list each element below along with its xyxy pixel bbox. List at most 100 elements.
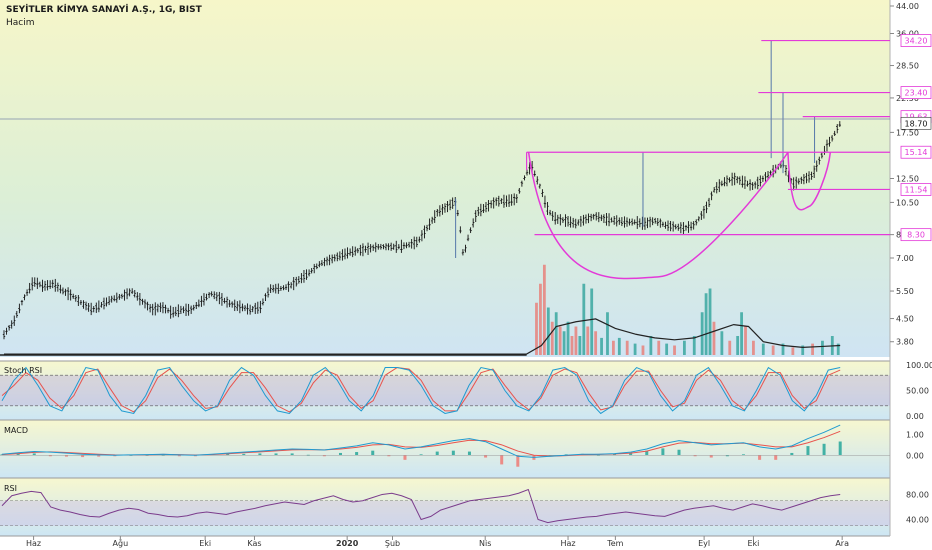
volume-bar [633, 343, 637, 355]
time-tick-label: Nis [479, 539, 491, 548]
price-axis-bg [890, 0, 932, 550]
macd-hist-bar [451, 450, 455, 456]
volume-bar [558, 326, 562, 355]
volume-bar [641, 345, 645, 355]
volume-bar [594, 331, 598, 355]
macd-hist-bar [467, 451, 471, 456]
chart-title: SEYİTLER KİMYA SANAYİ A.Ş., 1G, BIST [6, 5, 202, 15]
volume-bar [570, 336, 574, 355]
macd-hist-bar [709, 455, 713, 458]
volume-bar [625, 340, 629, 355]
macd-hist-bar [790, 452, 794, 456]
macd-hist-bar [32, 453, 36, 456]
volume-bar [673, 345, 676, 355]
volume-bar [752, 340, 755, 355]
volume-bar [539, 283, 542, 355]
time-tick-label: 2020 [336, 539, 359, 548]
time-tick-label: Haz [26, 539, 41, 548]
price-tick-label: 5.50 [896, 287, 914, 296]
volume-bar [811, 343, 814, 355]
macd-hist-bar [403, 455, 407, 460]
stoch-tick-label: 50.00 [906, 387, 929, 396]
macd-hist-bar [774, 455, 778, 460]
time-tick-label: Eki [199, 539, 211, 548]
price-tick-label: 28.50 [896, 62, 919, 71]
rsi-label: RSI [4, 484, 17, 493]
price-tick-label: 3.80 [896, 338, 914, 347]
macd-hist-bar [516, 455, 520, 467]
macd-hist-bar [339, 452, 343, 456]
macd-hist-bar [838, 441, 842, 456]
time-tick-label: Ara [835, 539, 849, 548]
volume-bar [761, 343, 765, 355]
volume-bar [720, 331, 724, 355]
level-label: 34.20 [905, 37, 928, 46]
time-tick-label: Kas [247, 539, 261, 548]
volume-bar [582, 283, 586, 355]
volume-label: Hacim [6, 18, 35, 28]
macd-hist-bar [484, 455, 488, 458]
volume-bar [700, 312, 704, 355]
macd-hist-bar [371, 450, 375, 456]
volume-bar [590, 288, 594, 355]
time-tick-label: Eyl [698, 539, 710, 548]
rsi-tick-label: 80.00 [906, 491, 929, 500]
stoch-rsi-label: Stoch RSI [4, 366, 43, 375]
time-tick-label: Haz [560, 539, 575, 548]
volume-bar [600, 337, 603, 355]
macd-hist-bar [274, 453, 278, 456]
macd-tick-label: 0.00 [906, 451, 924, 460]
time-axis-bg [0, 536, 932, 550]
volume-bar [550, 321, 554, 355]
macd-hist-bar [355, 452, 359, 456]
volume-bar [821, 340, 824, 355]
sub-pane-bg [0, 420, 890, 478]
macd-hist-bar [677, 449, 681, 456]
price-tick-label: 7.00 [896, 254, 914, 263]
volume-bar [665, 343, 669, 355]
volume-bar [562, 331, 566, 355]
macd-hist-bar [81, 455, 85, 458]
level-label: 11.54 [905, 185, 928, 194]
volume-bar [771, 345, 775, 355]
time-tick-label: Şub [385, 539, 400, 548]
volume-bar [692, 336, 696, 355]
chart-root: 44.0036.0028.5022.5017.5012.5010.508.307… [0, 0, 932, 550]
stoch-tick-label: 100.00 [906, 361, 932, 370]
main-pane-bg [0, 0, 890, 357]
time-tick-label: Ağu [113, 539, 129, 548]
volume-bar [791, 347, 795, 355]
macd-hist-bar [806, 446, 810, 456]
level-label: 8.30 [907, 231, 925, 240]
volume-bar [611, 340, 615, 355]
volume-bar [574, 326, 578, 355]
price-tick-label: 44.00 [896, 2, 919, 11]
volume-bar [578, 336, 582, 355]
time-tick-label: Tem [606, 539, 623, 548]
volume-bar [649, 336, 653, 355]
time-tick-label: Eki [747, 539, 759, 548]
rsi-tick-label: 40.00 [906, 516, 929, 525]
macd-hist-bar [758, 455, 762, 460]
macd-hist-bar [258, 453, 262, 456]
level-label: 15.14 [905, 148, 928, 157]
volume-bar [617, 337, 621, 355]
volume-bar [704, 293, 708, 355]
macd-hist-bar [661, 448, 665, 456]
macd-hist-bar [822, 443, 826, 456]
volume-bar [606, 312, 609, 355]
stoch-tick-label: 0.00 [906, 412, 924, 421]
price-tick-label: 17.50 [896, 128, 919, 137]
volume-bar [728, 340, 732, 355]
last-price-label: 18.70 [905, 119, 928, 128]
chart-canvas: 44.0036.0028.5022.5017.5012.5010.508.307… [0, 0, 932, 550]
volume-bar [554, 312, 558, 355]
volume-bar [682, 340, 686, 355]
volume-bar [566, 321, 570, 355]
macd-hist-bar [500, 455, 504, 465]
macd-label: MACD [4, 426, 28, 435]
level-label: 23.40 [905, 89, 928, 98]
price-tick-label: 10.50 [896, 198, 919, 207]
price-tick-label: 12.50 [896, 175, 919, 184]
macd-hist-bar [435, 451, 439, 456]
